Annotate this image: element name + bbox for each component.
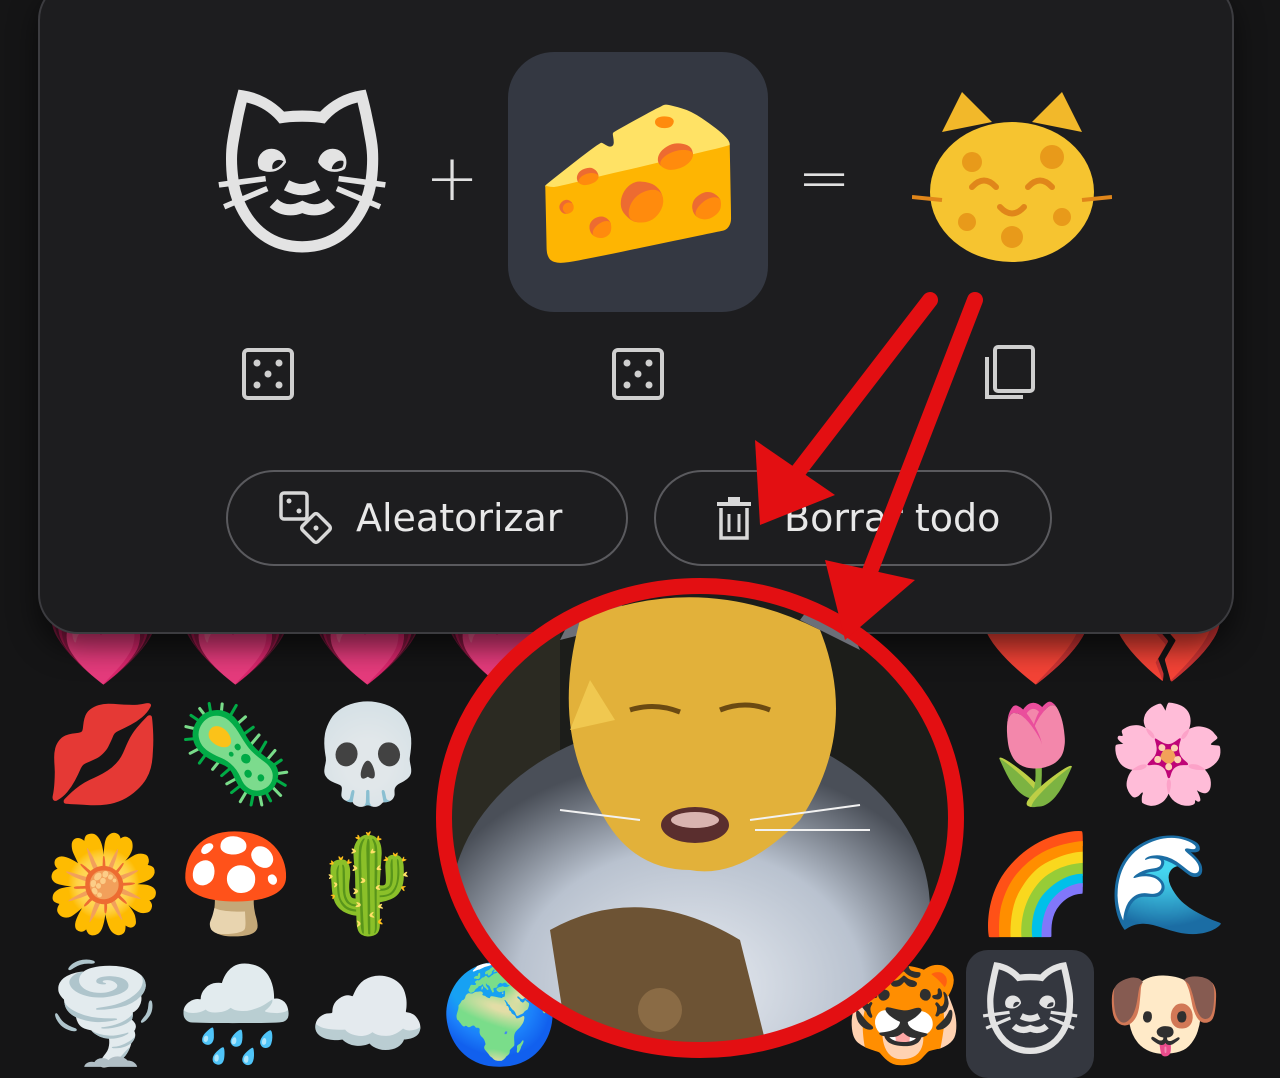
emoji-cell-rainbow[interactable]: 🌈 bbox=[972, 820, 1100, 948]
cheese-wedge-icon: 🧀 bbox=[532, 83, 744, 281]
cat-face-icon: 🐱 bbox=[979, 958, 1081, 1070]
mushroom-icon: 🍄 bbox=[176, 828, 296, 940]
result-emoji-slot[interactable] bbox=[882, 52, 1142, 312]
emoji-cell-rain-cloud[interactable]: 🌧️ bbox=[172, 950, 300, 1078]
emoji-cell-cat-selected[interactable]: 🐱 bbox=[966, 950, 1094, 1078]
skull-icon: 💀 bbox=[308, 698, 428, 810]
cactus-icon: 🌵 bbox=[308, 828, 428, 940]
cloud-icon: ☁️ bbox=[308, 958, 428, 1070]
tulip-icon: 🌷 bbox=[976, 698, 1096, 810]
randomize-first-button[interactable] bbox=[236, 342, 300, 406]
emoji-cell-tulip[interactable]: 🌷 bbox=[972, 690, 1100, 818]
water-wave-icon: 🌊 bbox=[1108, 828, 1228, 940]
blossom-icon: 🌼 bbox=[44, 828, 164, 940]
cat-face-icon: 🐱 bbox=[213, 83, 391, 281]
copy-icon bbox=[985, 345, 1035, 399]
emoji-cell-cloud[interactable]: ☁️ bbox=[304, 950, 432, 1078]
dice-icon bbox=[612, 348, 664, 400]
cherry-blossom-icon: 🌸 bbox=[1108, 698, 1228, 810]
emoji-cell-blossom[interactable]: 🌼 bbox=[40, 820, 168, 948]
emoji-cell-skull[interactable]: 💀 bbox=[304, 690, 432, 818]
plus-sign: + bbox=[425, 142, 479, 216]
emoji-cell-cherry-blossom[interactable]: 🌸 bbox=[1104, 690, 1232, 818]
cheese-cat-result-icon bbox=[912, 92, 1112, 262]
rain-cloud-icon: 🌧️ bbox=[176, 958, 296, 1070]
clear-all-label: Borrar todo bbox=[784, 496, 1001, 540]
emoji-mixer-card: 🐱 + 🧀 = Aleatorizar Borrar todo bbox=[38, 0, 1234, 634]
emoji-cell-tornado[interactable]: 🌪️ bbox=[40, 950, 168, 1078]
rainbow-icon: 🌈 bbox=[976, 828, 1096, 940]
emoji-cell-mushroom[interactable]: 🍄 bbox=[172, 820, 300, 948]
randomize-second-button[interactable] bbox=[606, 342, 670, 406]
tornado-icon: 🌪️ bbox=[44, 958, 164, 1070]
equals-sign: = bbox=[797, 142, 851, 216]
emoji-cell-cactus[interactable]: 🌵 bbox=[304, 820, 432, 948]
first-emoji-slot[interactable]: 🐱 bbox=[172, 52, 432, 312]
copy-result-button[interactable] bbox=[976, 340, 1040, 404]
dice-pair-icon bbox=[274, 486, 338, 550]
trash-icon bbox=[702, 486, 766, 550]
second-emoji-slot[interactable]: 🧀 bbox=[508, 52, 768, 312]
randomize-button[interactable]: Aleatorizar bbox=[226, 470, 628, 566]
dice-icon bbox=[242, 348, 294, 400]
randomize-label: Aleatorizar bbox=[356, 496, 563, 540]
kiss-mark-icon: 💋 bbox=[44, 698, 164, 810]
emoji-cell-wave[interactable]: 🌊 bbox=[1104, 820, 1232, 948]
microbe-icon: 🦠 bbox=[176, 698, 296, 810]
cheese-cat-photo bbox=[448, 592, 952, 1048]
emoji-cell-dog[interactable]: 🐶 bbox=[1100, 950, 1228, 1078]
emoji-cell-lips[interactable]: 💋 bbox=[40, 690, 168, 818]
clear-all-button[interactable]: Borrar todo bbox=[654, 470, 1052, 566]
dog-face-icon: 🐶 bbox=[1104, 958, 1224, 1070]
emoji-cell-microbe[interactable]: 🦠 bbox=[172, 690, 300, 818]
